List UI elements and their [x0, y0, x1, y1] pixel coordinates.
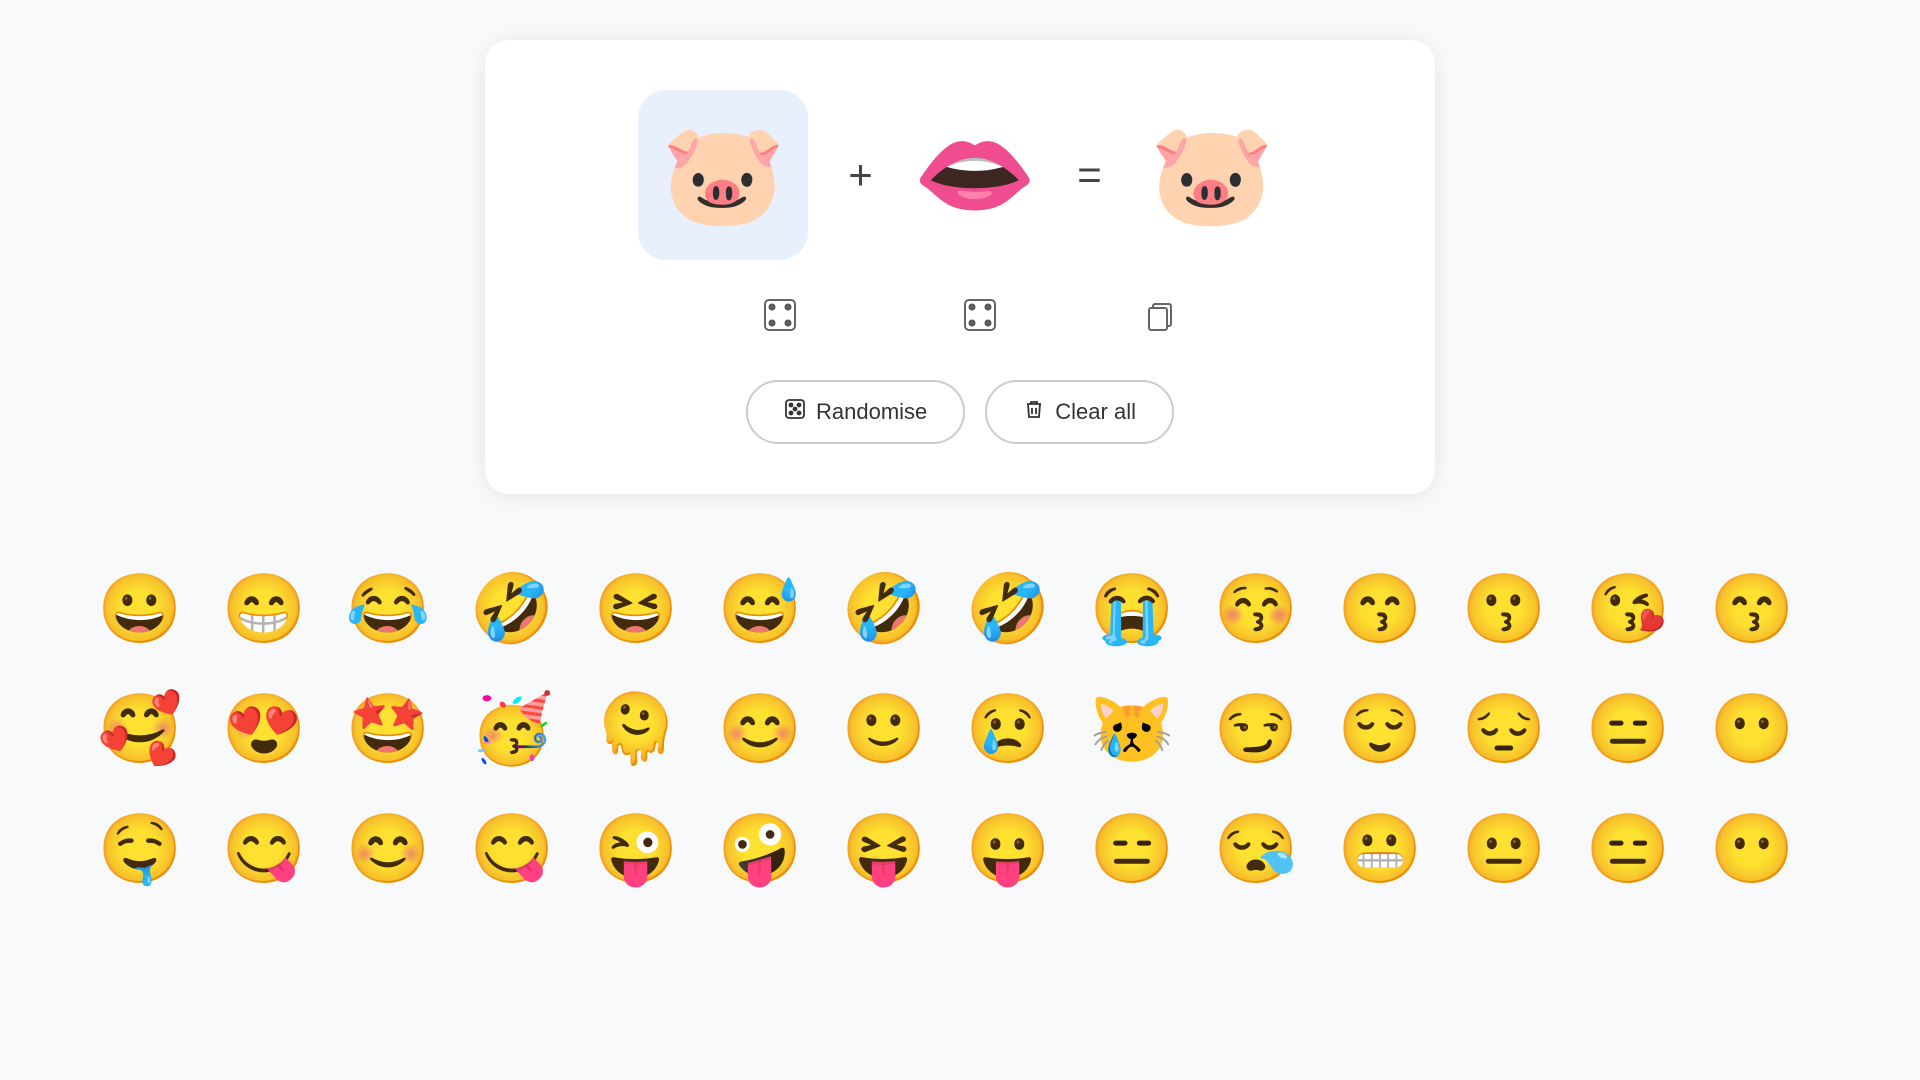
list-item[interactable]: 😶 — [1697, 794, 1807, 904]
list-item[interactable]: 😋 — [209, 794, 319, 904]
clear-all-label: Clear all — [1055, 399, 1136, 425]
emoji2: 👄 — [913, 117, 1038, 234]
list-item[interactable]: 😑 — [1573, 674, 1683, 784]
list-item[interactable]: 🤣 — [953, 554, 1063, 664]
mixer-card: 🐷 + 👄 = 🐷 — [485, 40, 1435, 494]
emoji2-container[interactable]: 👄 — [913, 117, 1038, 234]
list-item[interactable]: 😁 — [209, 554, 319, 664]
list-item[interactable]: 😶 — [1697, 674, 1807, 784]
list-item[interactable]: 😌 — [1325, 674, 1435, 784]
list-item[interactable]: 😗 — [1449, 554, 1559, 664]
action-row: Randomise Clear all — [746, 380, 1174, 444]
emoji-row-2: 🥰 😍 🤩 🥳 🫠 😊 🙂 😢 😿 😏 😌 😔 😑 😶 — [85, 674, 1835, 784]
list-item[interactable]: 😭 — [1077, 554, 1187, 664]
equals-operator: = — [1077, 151, 1102, 199]
list-item[interactable]: 😝 — [829, 794, 939, 904]
emoji-combination-row: 🐷 + 👄 = 🐷 — [638, 90, 1282, 260]
list-item[interactable]: 😊 — [705, 674, 815, 784]
randomise-emoji1-icon[interactable] — [755, 290, 805, 340]
randomise-emoji2-icon[interactable] — [955, 290, 1005, 340]
list-item[interactable]: 🤣 — [457, 554, 567, 664]
list-item[interactable]: 😏 — [1201, 674, 1311, 784]
dice-icon-right — [962, 297, 998, 333]
list-item[interactable]: 😆 — [581, 554, 691, 664]
result-emoji-container: 🐷 — [1142, 105, 1282, 245]
plus-operator: + — [848, 151, 873, 199]
clear-all-button-icon — [1023, 398, 1045, 426]
emoji1-box[interactable]: 🐷 — [638, 90, 808, 260]
list-item[interactable]: 🫠 — [581, 674, 691, 784]
list-item[interactable]: 😜 — [581, 794, 691, 904]
list-item[interactable]: 🤪 — [705, 794, 815, 904]
list-item[interactable]: 😪 — [1201, 794, 1311, 904]
emoji1: 🐷 — [661, 117, 786, 234]
emoji-row-1: 😀 😁 😂 🤣 😆 😅 🤣 🤣 😭 😚 😙 😗 😘 😙 — [85, 554, 1835, 664]
emoji-row-3: 🤤 😋 😊 😋 😜 🤪 😝 😛 😑 😪 😬 😐 😑 😶 — [85, 794, 1835, 904]
dice-icon-left — [762, 297, 798, 333]
icon-row — [565, 290, 1355, 340]
list-item[interactable]: 🥳 — [457, 674, 567, 784]
list-item[interactable]: 🥰 — [85, 674, 195, 784]
list-item[interactable]: 😊 — [333, 794, 443, 904]
list-item[interactable]: 🤤 — [85, 794, 195, 904]
list-item[interactable]: 😢 — [953, 674, 1063, 784]
result-emoji: 🐷 — [1150, 117, 1275, 234]
copy-result-icon[interactable] — [1135, 290, 1185, 340]
list-item[interactable]: 😑 — [1573, 794, 1683, 904]
list-item[interactable]: 😛 — [953, 794, 1063, 904]
list-item[interactable]: 😘 — [1573, 554, 1683, 664]
list-item[interactable]: 😅 — [705, 554, 815, 664]
list-item[interactable]: 😔 — [1449, 674, 1559, 784]
randomise-label: Randomise — [816, 399, 927, 425]
emoji-grid: 😀 😁 😂 🤣 😆 😅 🤣 🤣 😭 😚 😙 😗 😘 😙 🥰 😍 🤩 🥳 🫠 😊 … — [85, 554, 1835, 904]
list-item[interactable]: 😀 — [85, 554, 195, 664]
list-item[interactable]: 😚 — [1201, 554, 1311, 664]
list-item[interactable]: 😙 — [1325, 554, 1435, 664]
copy-icon — [1144, 299, 1176, 331]
list-item[interactable]: 🙂 — [829, 674, 939, 784]
randomise-button[interactable]: Randomise — [746, 380, 965, 444]
list-item[interactable]: 🤣 — [829, 554, 939, 664]
list-item[interactable]: 😑 — [1077, 794, 1187, 904]
list-item[interactable]: 😂 — [333, 554, 443, 664]
list-item[interactable]: 🤩 — [333, 674, 443, 784]
randomise-button-icon — [784, 398, 806, 426]
list-item[interactable]: 😬 — [1325, 794, 1435, 904]
list-item[interactable]: 😙 — [1697, 554, 1807, 664]
list-item[interactable]: 😋 — [457, 794, 567, 904]
list-item[interactable]: 😍 — [209, 674, 319, 784]
clear-all-button[interactable]: Clear all — [985, 380, 1174, 444]
list-item[interactable]: 😐 — [1449, 794, 1559, 904]
list-item[interactable]: 😿 — [1077, 674, 1187, 784]
